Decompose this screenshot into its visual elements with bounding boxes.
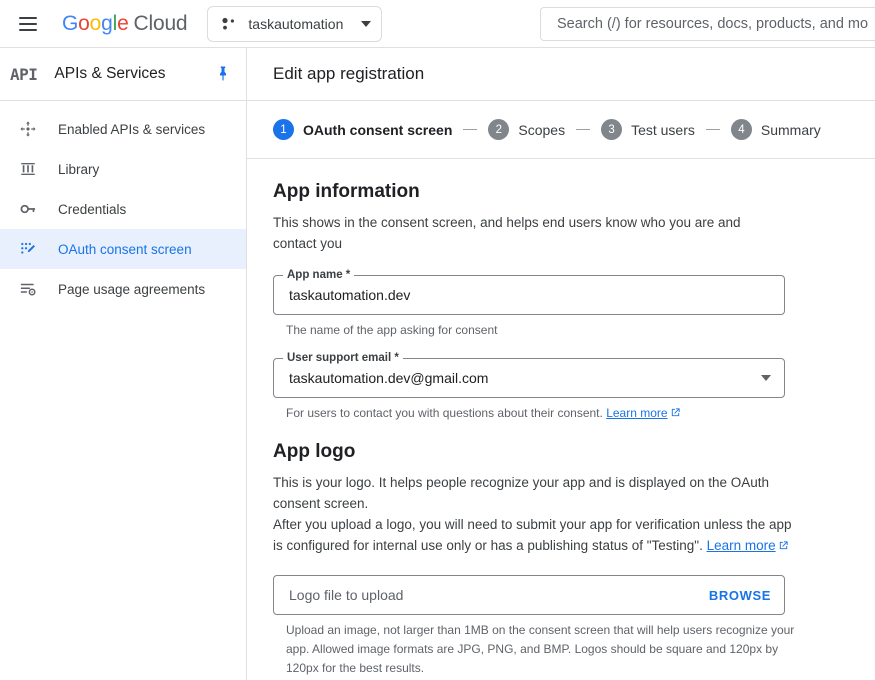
user-support-email-hint: For users to contact you with questions … <box>286 404 796 423</box>
top-bar: Google Cloud taskautomation <box>0 0 875 48</box>
sidebar: API APIs & Services Enabled APIs & servi… <box>0 48 247 680</box>
step-number: 1 <box>273 119 294 140</box>
pin-icon[interactable] <box>214 65 232 83</box>
user-support-email-label: User support email * <box>283 352 403 364</box>
logo-upload-outline: BROWSE <box>273 575 785 615</box>
form-area: App information This shows in the consen… <box>247 159 875 678</box>
step-label: OAuth consent screen <box>303 121 453 138</box>
app-logo-description-line1: This is your logo. It helps people recog… <box>273 475 770 511</box>
step-number: 4 <box>730 119 752 140</box>
sidebar-item-label: OAuth consent screen <box>58 241 192 257</box>
sidebar-item-library[interactable]: Library <box>0 149 246 189</box>
sidebar-item-label: Credentials <box>58 201 127 217</box>
consent-screen-icon <box>18 239 38 259</box>
hamburger-menu-icon[interactable] <box>8 4 48 44</box>
step-number: 3 <box>601 119 623 140</box>
google-cloud-logo[interactable]: Google Cloud <box>62 11 188 36</box>
chevron-down-icon <box>361 20 372 27</box>
app-logo-heading: App logo <box>273 441 356 462</box>
main-content: Edit app registration 1 OAuth consent sc… <box>247 48 875 680</box>
wizard-stepper: 1 OAuth consent screen 2 Scopes 3 Test u… <box>247 101 875 158</box>
chevron-down-icon[interactable] <box>761 375 771 381</box>
sidebar-item-label: Enabled APIs & services <box>58 121 206 137</box>
logo-upload-group: BROWSE Upload an image, not larger than … <box>273 575 849 678</box>
logo-upload-field[interactable]: BROWSE <box>273 575 785 615</box>
page-title: Edit app registration <box>273 64 425 83</box>
key-icon <box>18 199 38 219</box>
browse-button[interactable]: BROWSE <box>709 588 771 603</box>
app-information-description: This shows in the consent screen, and he… <box>273 215 741 251</box>
step-oauth-consent-screen[interactable]: 1 OAuth consent screen <box>273 119 452 140</box>
learn-more-link[interactable]: Learn more <box>606 406 667 420</box>
page-usage-agreements-icon <box>18 279 38 299</box>
step-number: 2 <box>488 119 510 140</box>
logo-upload-hint: Upload an image, not larger than 1MB on … <box>286 623 795 675</box>
user-support-email-input[interactable] <box>287 369 753 387</box>
logo-upload-input[interactable] <box>287 586 709 604</box>
sidebar-header: API APIs & Services <box>0 48 246 100</box>
app-name-outline: App name * <box>273 269 785 315</box>
app-name-field[interactable]: App name * <box>273 269 785 315</box>
sidebar-item-label: Page usage agreements <box>58 281 206 297</box>
user-support-email-field[interactable]: User support email * <box>273 352 785 398</box>
api-logo: API <box>10 64 38 84</box>
step-label: Test users <box>631 121 695 138</box>
user-support-email-group: User support email * For users to contac… <box>273 352 849 423</box>
step-connector <box>463 129 478 130</box>
app-name-hint: The name of the app asking for consent <box>286 323 498 337</box>
cloud-wordmark: Cloud <box>133 11 188 35</box>
learn-more-link[interactable]: Learn more <box>707 538 776 553</box>
sidebar-title: APIs & Services <box>54 65 166 82</box>
sidebar-item-enabled-apis[interactable]: Enabled APIs & services <box>0 109 246 149</box>
sidebar-item-label: Library <box>58 161 100 177</box>
enabled-apis-icon <box>18 119 38 139</box>
step-connector <box>576 129 591 130</box>
project-name: taskautomation <box>248 15 344 32</box>
sidebar-item-page-usage-agreements[interactable]: Page usage agreements <box>0 269 246 309</box>
sidebar-item-oauth-consent-screen[interactable]: OAuth consent screen <box>0 229 246 269</box>
project-selector[interactable]: taskautomation <box>207 5 383 42</box>
step-summary[interactable]: 4 Summary <box>730 119 821 140</box>
search-input[interactable] <box>555 14 875 33</box>
search-container <box>540 6 875 41</box>
app-name-input[interactable] <box>287 286 771 304</box>
step-label: Summary <box>760 121 821 138</box>
external-link-icon <box>779 541 788 550</box>
library-icon <box>18 159 38 179</box>
user-support-email-outline: User support email * <box>273 352 785 398</box>
search-box[interactable] <box>540 6 875 41</box>
step-test-users[interactable]: 3 Test users <box>601 119 695 140</box>
google-wordmark: Google <box>62 11 129 35</box>
app-name-group: App name * The name of the app asking fo… <box>273 269 849 340</box>
app-name-label: App name * <box>283 269 355 281</box>
sidebar-item-credentials[interactable]: Credentials <box>0 189 246 229</box>
user-support-email-hint-text: For users to contact you with questions … <box>286 406 603 420</box>
app-logo-description: This is your logo. It helps people recog… <box>273 472 793 556</box>
body-row: API APIs & Services Enabled APIs & servi… <box>0 48 875 680</box>
project-dots-icon <box>222 17 235 29</box>
step-scopes[interactable]: 2 Scopes <box>488 119 565 140</box>
app-information-heading: App information <box>273 181 420 202</box>
step-label: Scopes <box>518 121 566 138</box>
sidebar-nav: Enabled APIs & services Library Credenti… <box>0 101 246 309</box>
step-connector <box>705 129 720 130</box>
external-link-icon <box>671 408 680 417</box>
